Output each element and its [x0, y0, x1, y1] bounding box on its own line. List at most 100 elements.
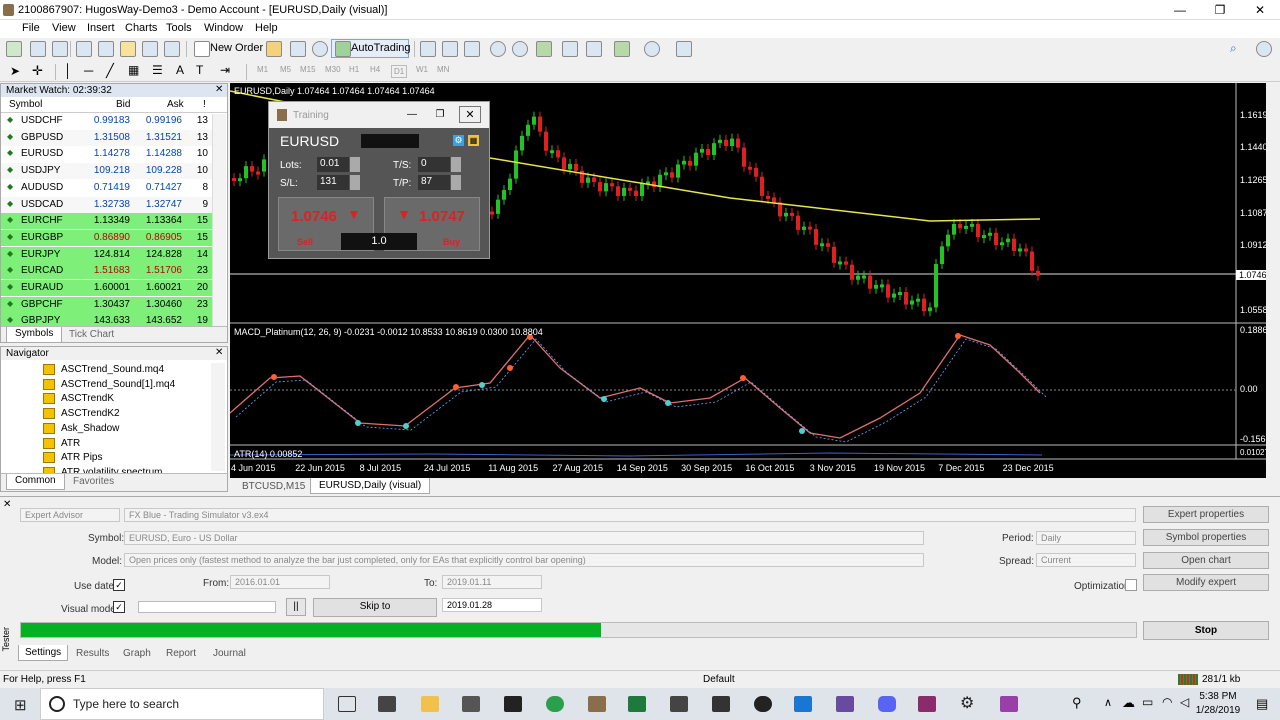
- navigator-item[interactable]: ASCTrendK2: [43, 407, 203, 421]
- sl-input[interactable]: 131: [317, 175, 349, 190]
- training-titlebar[interactable]: Training — ❐ ✕: [269, 102, 489, 128]
- horizontal-line-icon[interactable]: ─: [84, 63, 93, 78]
- navigator-item[interactable]: ASCTrend_Sound.mq4: [43, 363, 203, 377]
- market-watch-row[interactable]: ◆ USDCHF 0.99183 0.99196 13: [1, 113, 212, 129]
- candlesticks-icon[interactable]: [442, 41, 458, 57]
- minimize-button[interactable]: —: [1160, 0, 1200, 20]
- market-watch-scrollbar[interactable]: [212, 114, 226, 326]
- symbol-select[interactable]: EURUSD, Euro - US Dollar: [124, 531, 924, 545]
- lots-stepper[interactable]: [350, 157, 360, 172]
- market-watch-row[interactable]: ◆ EURAUD 1.60001 1.60021 20: [1, 280, 212, 296]
- maximize-button[interactable]: ❐: [1200, 0, 1240, 20]
- expert-properties-button[interactable]: Expert properties: [1143, 506, 1269, 523]
- app-icon-1[interactable]: [754, 696, 772, 712]
- lots-input[interactable]: 0.01: [317, 157, 349, 172]
- col-spread[interactable]: !: [203, 99, 206, 110]
- visual-speed-slider[interactable]: [138, 601, 276, 613]
- optimization-checkbox[interactable]: [1125, 579, 1137, 591]
- tab-tester-results[interactable]: Results: [76, 648, 109, 659]
- tab-common[interactable]: Common: [6, 474, 65, 490]
- gear-icon[interactable]: ⚙: [453, 135, 464, 146]
- tab-favorites[interactable]: Favorites: [73, 476, 114, 492]
- navigator-item[interactable]: ATR: [43, 437, 203, 451]
- visual-mode-checkbox[interactable]: ✓: [113, 601, 125, 613]
- navigator-close-icon[interactable]: ✕: [215, 347, 223, 358]
- search-icon[interactable]: ⌕: [1230, 41, 1246, 57]
- vertical-line-icon[interactable]: │: [64, 63, 72, 78]
- network-icon[interactable]: ▭: [1142, 695, 1153, 709]
- col-bid[interactable]: Bid: [116, 99, 130, 110]
- tab-tester-settings[interactable]: Settings: [18, 645, 69, 661]
- multiplier-input[interactable]: 1.0: [341, 233, 417, 250]
- menu-tools[interactable]: Tools: [166, 22, 192, 34]
- tab-tester-journal[interactable]: Journal: [213, 648, 246, 659]
- settings-icon[interactable]: ⚙: [960, 696, 978, 712]
- spread-select[interactable]: Current: [1036, 553, 1136, 567]
- navigator-item[interactable]: ASCTrendK: [43, 392, 203, 406]
- crosshair-icon[interactable]: ✛: [32, 63, 43, 79]
- tile-windows-icon[interactable]: [536, 41, 552, 57]
- menu-view[interactable]: View: [52, 22, 76, 34]
- market-watch-row[interactable]: ◆ EURCAD 1.51683 1.51706 23: [1, 263, 212, 280]
- ts-stepper[interactable]: [451, 157, 461, 172]
- training-minimize-button[interactable]: —: [401, 106, 423, 123]
- periods-icon[interactable]: [644, 41, 660, 57]
- navigator-item[interactable]: Ask_Shadow: [43, 422, 203, 436]
- new-order-icon[interactable]: [194, 41, 210, 57]
- wifi-icon[interactable]: ◠: [1162, 695, 1172, 709]
- open-chart-button[interactable]: Open chart: [1143, 552, 1269, 569]
- clock-date[interactable]: 1/28/2019: [1186, 705, 1250, 716]
- tester-close-icon[interactable]: ✕: [3, 499, 11, 510]
- skip-date-input[interactable]: 2019.01.28: [442, 598, 542, 612]
- ts-input[interactable]: 0: [418, 157, 450, 172]
- profiles-icon[interactable]: [30, 41, 46, 57]
- app-icon-3[interactable]: [836, 696, 854, 712]
- tf-h4[interactable]: H4: [370, 65, 380, 74]
- app-icon-4[interactable]: [1000, 696, 1018, 712]
- modify-expert-button[interactable]: Modify expert: [1143, 574, 1269, 591]
- market-watch-row[interactable]: ◆ GBPCHF 1.30437 1.30460 23: [1, 296, 212, 313]
- tf-m15[interactable]: M15: [300, 65, 316, 74]
- tab-tester-graph[interactable]: Graph: [123, 648, 151, 659]
- indicators-icon[interactable]: [614, 41, 630, 57]
- new-order-button[interactable]: New Order: [210, 42, 263, 54]
- data-window-icon[interactable]: [76, 41, 92, 57]
- community-icon[interactable]: [1256, 41, 1272, 57]
- navigator-item[interactable]: ASCTrend_Sound[1].mq4: [43, 378, 203, 392]
- use-date-checkbox[interactable]: ✓: [113, 579, 125, 591]
- to-date-input[interactable]: 2019.01.11: [442, 575, 542, 589]
- calculator-icon[interactable]: [712, 696, 730, 712]
- tray-chevron-icon[interactable]: ∧: [1104, 696, 1112, 709]
- training-maximize-button[interactable]: ❐: [429, 106, 451, 123]
- tab-eurusd-daily[interactable]: EURUSD,Daily (visual): [310, 478, 431, 494]
- training-close-button[interactable]: ✕: [459, 106, 481, 123]
- calendar-icon[interactable]: ▦: [468, 135, 479, 146]
- arrows-icon[interactable]: ⇥: [220, 63, 230, 77]
- line-chart-icon[interactable]: [464, 41, 480, 57]
- tp-input[interactable]: 87: [418, 175, 450, 190]
- terminal-icon[interactable]: [120, 41, 136, 57]
- menu-file[interactable]: File: [22, 22, 40, 34]
- people-icon[interactable]: ⚲: [1072, 695, 1082, 711]
- col-symbol[interactable]: Symbol: [9, 99, 42, 110]
- vnc-icon[interactable]: [670, 696, 688, 712]
- onenote-icon[interactable]: [504, 696, 522, 712]
- menu-help[interactable]: Help: [255, 22, 278, 34]
- tf-m1[interactable]: M1: [257, 65, 268, 74]
- symbol-properties-button[interactable]: Symbol properties: [1143, 529, 1269, 546]
- clock-time[interactable]: 5:38 PM: [1193, 691, 1243, 702]
- market-watch-close-icon[interactable]: ✕: [215, 84, 223, 95]
- market-watch-row[interactable]: ◆ GBPUSD 1.31508 1.31521 13: [1, 129, 212, 146]
- discord-icon[interactable]: [878, 696, 896, 712]
- tab-tester-report[interactable]: Report: [166, 648, 196, 659]
- market-watch-icon[interactable]: [52, 41, 68, 57]
- tf-m5[interactable]: M5: [280, 65, 291, 74]
- metaeditor-icon[interactable]: [266, 41, 282, 57]
- sl-stepper[interactable]: [350, 175, 360, 190]
- tf-m30[interactable]: M30: [325, 65, 341, 74]
- tester-icon[interactable]: [142, 41, 158, 57]
- tf-w1[interactable]: W1: [416, 65, 428, 74]
- text-label-icon[interactable]: T: [196, 63, 203, 77]
- tf-mn[interactable]: MN: [437, 65, 449, 74]
- trendline-icon[interactable]: ╱: [106, 63, 114, 79]
